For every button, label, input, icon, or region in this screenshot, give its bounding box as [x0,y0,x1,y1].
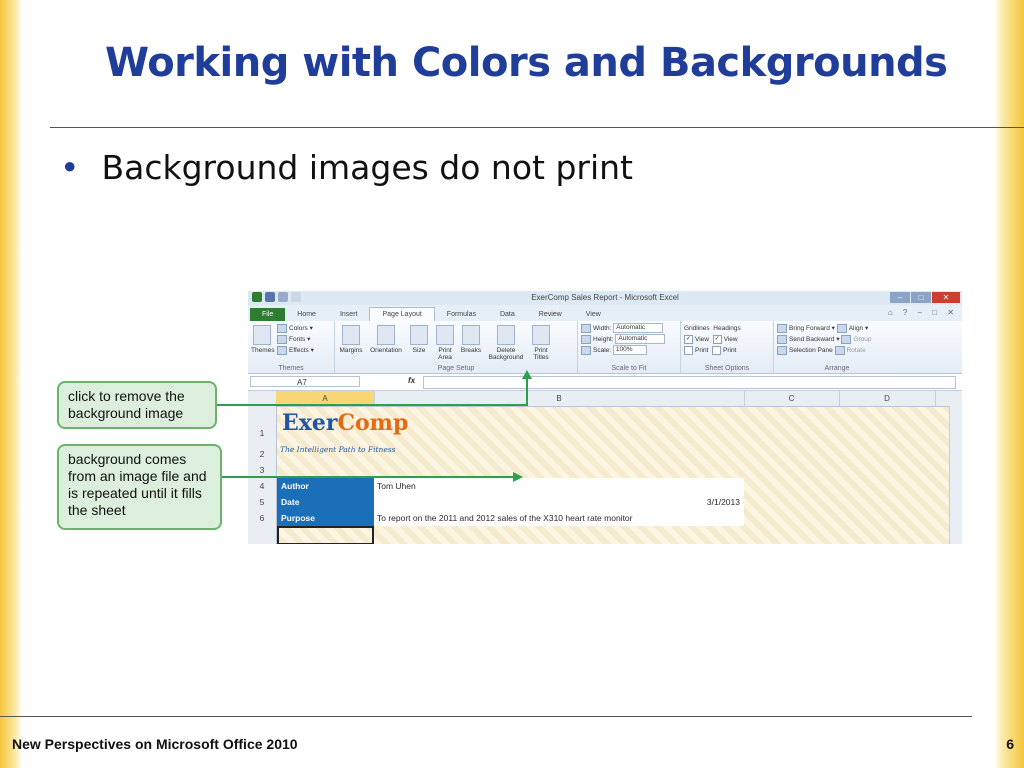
colors-button[interactable]: Colors ▾ [277,323,314,334]
worksheet-grid[interactable]: A B C D 1 2 3 4 5 6 ExerComp The Intelli… [248,391,962,544]
arrow-line-background [222,476,515,478]
selection-pane-button[interactable]: Selection Pane [777,345,833,355]
tagline-cell: The Intelligent Path to Fitness [280,445,396,454]
formula-bar: A7 fx [248,374,962,391]
size-button[interactable]: Size [408,323,430,354]
footer-text: New Perspectives on Microsoft Office 201… [12,736,298,752]
tab-review[interactable]: Review [527,308,574,321]
cell-b6[interactable]: To report on the 2011 and 2012 sales of … [374,510,744,526]
excel-title-bar: ExerComp Sales Report - Microsoft Excel … [248,291,962,305]
ribbon: Themes Colors ▾ Fonts ▾ Effects ▾ Themes… [248,321,962,374]
bullet-item: • Background images do not print [60,148,633,187]
help-icon[interactable]: ⌂ ? – □ ✕ [888,308,958,317]
margins-button[interactable]: Margins [338,323,364,354]
bullet-dot-icon: • [60,148,80,187]
row-header-2[interactable]: 2 [248,446,277,462]
excel-screenshot: ExerComp Sales Report - Microsoft Excel … [248,291,962,544]
window-controls: – □ ✕ [890,292,960,303]
orientation-button[interactable]: Orientation [368,323,404,354]
right-decorative-stripe [994,0,1024,768]
sheet-options-group-label: Sheet Options [704,365,750,372]
fonts-button[interactable]: Fonts ▾ [277,334,314,345]
tab-insert[interactable]: Insert [328,308,370,321]
row-header-1[interactable]: 1 [248,406,277,446]
arrow-head-right-icon [513,472,523,482]
cell-b5[interactable]: 3/1/2013 [374,494,744,510]
tab-formulas[interactable]: Formulas [435,308,488,321]
name-box[interactable]: A7 [250,376,360,387]
delete-background-button[interactable]: Delete Background [486,323,526,361]
formula-input[interactable] [423,376,956,389]
cell-a7-selected[interactable] [277,526,374,544]
row-header-6[interactable]: 6 [248,510,277,526]
callout-background-image: background comes from an image file and … [57,444,222,530]
footer-divider [0,716,972,717]
breaks-button[interactable]: Breaks [460,323,482,354]
page-setup-group: Margins Orientation Size Print Area Breaks De… [335,321,578,373]
effects-button[interactable]: Effects ▾ [277,345,314,356]
tab-file[interactable]: File [250,308,286,321]
tab-data[interactable]: Data [488,308,527,321]
print-area-button[interactable]: Print Area [434,323,456,361]
scale-group-label: Scale to Fit [611,365,647,372]
column-header-d[interactable]: D [839,391,936,406]
print-titles-button[interactable]: Print Titles [530,323,552,361]
sheet-options-group: Gridlines Headings ✓ View ✓ View Print Pri… [681,321,774,373]
rotate-button[interactable]: Rotate [834,345,866,355]
vertical-scrollbar[interactable] [949,406,962,544]
fx-icon[interactable]: fx [408,376,415,385]
exercomp-logo: ExerComp [282,410,409,436]
ribbon-tabs: File Home Insert Page Layout Formulas Da… [248,305,962,321]
slide-title: Working with Colors and Backgrounds [105,40,948,86]
height-control[interactable]: Height: Automatic [581,334,677,345]
page-number: 6 [1006,736,1014,752]
tab-page-layout[interactable]: Page Layout [369,307,435,321]
bring-forward-button[interactable]: Bring Forward ▾ [777,323,835,333]
arrow-line-delete-background-vertical [526,378,528,406]
title-divider [50,127,1024,128]
tab-home[interactable]: Home [285,308,328,321]
callout-delete-background: click to remove the background image [57,381,217,429]
align-button[interactable]: Align ▾ [836,323,868,333]
themes-group-label: Themes [278,365,304,372]
width-control[interactable]: Width: Automatic [581,323,677,334]
cell-a4[interactable]: Author [277,478,374,494]
column-header-c[interactable]: C [744,391,840,406]
minimize-button[interactable]: – [890,292,910,303]
row-header-7[interactable] [248,526,277,544]
left-decorative-stripe [0,0,22,768]
maximize-button[interactable]: □ [911,292,931,303]
scale-to-fit-group: Width: Automatic Height: Automatic Scale… [578,321,681,373]
bullet-text: Background images do not print [101,148,633,187]
cell-b4[interactable]: Tom Uhen [374,478,744,494]
headings-print-checkbox[interactable] [712,345,721,355]
row-header-5[interactable]: 5 [248,494,277,510]
arrange-group: Bring Forward ▾ Align ▾ Send Backward ▾ … [774,321,900,373]
gridlines-view-checkbox[interactable]: ✓ [684,334,693,344]
close-button[interactable]: ✕ [932,292,960,303]
excel-window-title: ExerComp Sales Report - Microsoft Excel [531,293,679,302]
headings-view-checkbox[interactable]: ✓ [712,334,722,344]
cell-a6[interactable]: Purpose [277,510,374,526]
themes-group: Themes Colors ▾ Fonts ▾ Effects ▾ Themes [248,321,335,373]
tab-view[interactable]: View [574,308,613,321]
group-button[interactable]: Group [841,334,872,344]
send-backward-button[interactable]: Send Backward ▾ [777,334,840,344]
cell-a5[interactable]: Date [277,494,374,510]
gridlines-print-checkbox[interactable] [684,345,693,355]
row-header-4[interactable]: 4 [248,478,277,494]
arrow-head-up-icon [522,370,532,379]
themes-button[interactable]: Themes [251,323,274,354]
arrange-group-label: Arrange [824,365,850,372]
themes-icon [253,325,271,345]
arrow-line-delete-background [217,404,528,406]
scale-control[interactable]: Scale: 100% [581,345,677,356]
page-setup-group-label: Page Setup [437,365,475,372]
